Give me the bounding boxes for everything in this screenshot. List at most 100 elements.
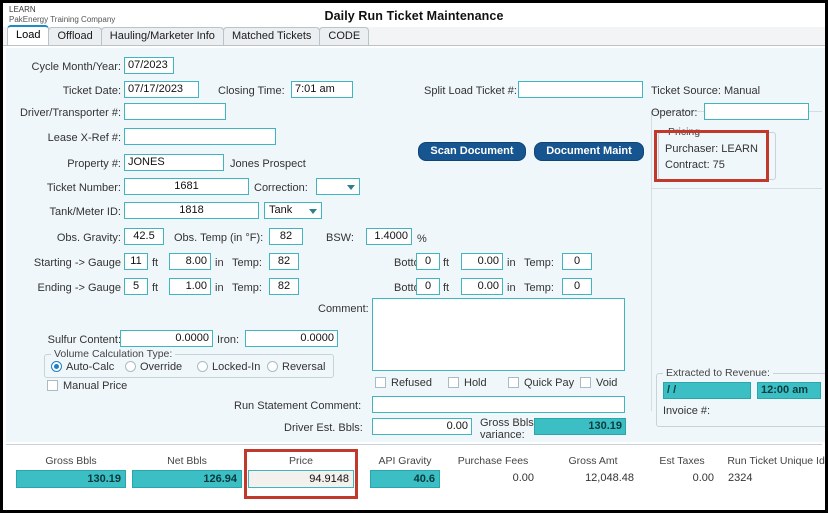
load-tab-panel: Cycle Month/Year: 07/2023 Ticket Date: 0… bbox=[6, 48, 825, 442]
driver-transporter-input[interactable] bbox=[124, 103, 226, 120]
summary-cell-api-gravity: API Gravity 40.6 bbox=[370, 455, 440, 488]
property-input[interactable]: JONES bbox=[124, 154, 224, 171]
property-name-text: Jones Prospect bbox=[230, 158, 306, 170]
split-load-ticket-input[interactable] bbox=[518, 81, 643, 98]
iron-input[interactable]: 0.0000 bbox=[245, 330, 338, 347]
tab-hauling-marketer-info[interactable]: Hauling/Marketer Info bbox=[100, 27, 224, 45]
bsw-input[interactable]: 1.4000 bbox=[366, 228, 412, 245]
ending-temp-input[interactable]: 82 bbox=[269, 278, 299, 295]
right-panel-divider-left bbox=[651, 111, 652, 411]
radio-reversal[interactable] bbox=[267, 361, 278, 372]
tank-meter-label: Tank/Meter ID: bbox=[49, 206, 121, 218]
obs-temp-input[interactable]: 82 bbox=[269, 228, 303, 245]
ticket-date-input[interactable]: 07/17/2023 bbox=[124, 81, 199, 98]
summary-value-gross-amt: 12,048.48 bbox=[585, 472, 634, 484]
tab-code[interactable]: CODE bbox=[319, 27, 370, 45]
ending-bottom-temp-input[interactable]: 0 bbox=[562, 278, 592, 295]
ending-gauge-in-input[interactable]: 1.00 bbox=[169, 278, 211, 295]
comment-textarea[interactable] bbox=[372, 298, 625, 371]
run-statement-comment-input[interactable] bbox=[372, 396, 625, 413]
tank-type-value: Tank bbox=[269, 204, 293, 216]
radio-auto-calc-label: Auto-Calc bbox=[66, 361, 115, 373]
tank-type-dropdown[interactable]: Tank bbox=[264, 202, 322, 219]
refused-checkbox[interactable] bbox=[375, 377, 386, 388]
extracted-date-input[interactable]: / / bbox=[663, 382, 751, 399]
ending-bottom-in-input[interactable]: 0.00 bbox=[461, 278, 503, 295]
extracted-time-input[interactable]: 12:00 am bbox=[757, 382, 821, 399]
starting-gauge-label: Starting -> Gauge bbox=[33, 257, 121, 269]
sulfur-content-label: Sulfur Content: bbox=[47, 334, 121, 346]
correction-dropdown[interactable] bbox=[316, 178, 360, 195]
page-title: Daily Run Ticket Maintenance bbox=[324, 9, 504, 23]
right-panel-divider-mid bbox=[651, 188, 822, 189]
radio-auto-calc[interactable] bbox=[51, 361, 62, 372]
ending-gauge-ft-input[interactable]: 5 bbox=[124, 278, 148, 295]
obs-gravity-input[interactable]: 42.5 bbox=[124, 228, 164, 245]
summary-value-est-taxes: 0.00 bbox=[692, 472, 714, 484]
document-maint-button[interactable]: Document Maint bbox=[534, 142, 644, 161]
starting-gauge-ft-input[interactable]: 11 bbox=[124, 253, 148, 270]
ending-bottom-ft-unit: ft bbox=[443, 282, 450, 294]
ending-bottom-in-unit: in bbox=[507, 282, 516, 294]
summary-value-run-ticket-unique-id: 2324 bbox=[728, 472, 753, 484]
starting-gauge-in-input[interactable]: 8.00 bbox=[169, 253, 211, 270]
chevron-down-icon bbox=[309, 209, 317, 214]
pricing-group: Pricing Purchaser: LEARN Contract: 75 bbox=[658, 126, 776, 180]
summary-bar: Gross Bbls 130.19 Net Bbls 126.94 Price … bbox=[6, 444, 825, 507]
operator-label: Operator: bbox=[651, 107, 698, 119]
hold-checkbox[interactable] bbox=[448, 377, 459, 388]
starting-temp-label: Temp: bbox=[232, 257, 262, 269]
ticket-number-label: Ticket Number: bbox=[46, 182, 121, 194]
obs-gravity-label: Obs. Gravity: bbox=[56, 232, 121, 244]
starting-bottom-temp-input[interactable]: 0 bbox=[562, 253, 592, 270]
summary-head-est-taxes: Est Taxes bbox=[659, 455, 705, 467]
summary-head-run-ticket-unique-id: Run Ticket Unique Id# bbox=[727, 455, 828, 467]
quick-pay-checkbox[interactable] bbox=[508, 377, 519, 388]
summary-value-net-bbls: 126.94 bbox=[132, 470, 242, 488]
driver-est-bbls-input[interactable]: 0.00 bbox=[372, 418, 472, 435]
summary-head-gross-bbls: Gross Bbls bbox=[45, 455, 97, 467]
volume-calculation-type-caption: Volume Calculation Type: bbox=[51, 348, 176, 360]
ending-bottom-temp-label: Temp: bbox=[524, 282, 554, 294]
tab-offload[interactable]: Offload bbox=[48, 27, 102, 45]
cycle-month-year-input[interactable]: 07/2023 bbox=[124, 57, 174, 74]
ending-bottom-ft-input[interactable]: 0 bbox=[416, 278, 440, 295]
summary-cell-est-taxes: Est Taxes 0.00 bbox=[646, 455, 718, 488]
starting-bottom-ft-unit: ft bbox=[443, 257, 450, 269]
starting-gauge-in-unit: in bbox=[215, 257, 224, 269]
summary-cell-run-ticket-unique-id: Run Ticket Unique Id# 2324 bbox=[724, 455, 828, 488]
lease-xref-label: Lease X-Ref #: bbox=[47, 132, 121, 144]
manual-price-checkbox[interactable] bbox=[47, 380, 58, 391]
scan-document-button[interactable]: Scan Document bbox=[418, 142, 526, 161]
starting-bottom-temp-label: Temp: bbox=[524, 257, 554, 269]
tab-matched-tickets[interactable]: Matched Tickets bbox=[222, 27, 321, 45]
sulfur-content-input[interactable]: 0.0000 bbox=[120, 330, 213, 347]
ticket-date-label: Ticket Date: bbox=[62, 85, 121, 97]
correction-label: Correction: bbox=[254, 182, 308, 194]
radio-locked-in[interactable] bbox=[197, 361, 208, 372]
radio-override[interactable] bbox=[125, 361, 136, 372]
volume-calculation-type-group: Volume Calculation Type: Auto-Calc Overr… bbox=[44, 348, 334, 378]
pricing-contract: Contract: 75 bbox=[665, 159, 725, 171]
bsw-unit-label: % bbox=[417, 233, 427, 245]
summary-cell-gross-amt: Gross Amt 12,048.48 bbox=[548, 455, 638, 488]
starting-bottom-in-unit: in bbox=[507, 257, 516, 269]
starting-bottom-in-input[interactable]: 0.00 bbox=[461, 253, 503, 270]
lease-xref-input[interactable] bbox=[124, 128, 276, 145]
driver-transporter-label: Driver/Transporter #: bbox=[19, 107, 121, 119]
gross-bbls-variance-label-line1: Gross Bbls bbox=[480, 417, 534, 429]
tank-meter-input[interactable]: 1818 bbox=[124, 202, 259, 219]
refused-label: Refused bbox=[391, 377, 432, 389]
summary-cell-price: Price 94.9148 bbox=[248, 455, 354, 488]
tab-load[interactable]: Load bbox=[7, 25, 50, 45]
operator-input[interactable] bbox=[704, 103, 809, 120]
summary-value-price[interactable]: 94.9148 bbox=[248, 470, 354, 488]
closing-time-input[interactable]: 7:01 am bbox=[291, 81, 353, 98]
split-load-ticket-label: Split Load Ticket #: bbox=[424, 85, 517, 97]
void-checkbox[interactable] bbox=[580, 377, 591, 388]
ticket-number-input[interactable]: 1681 bbox=[124, 178, 249, 195]
property-label: Property #: bbox=[67, 158, 121, 170]
starting-bottom-ft-input[interactable]: 0 bbox=[416, 253, 440, 270]
summary-cell-net-bbls: Net Bbls 126.94 bbox=[132, 455, 242, 488]
starting-temp-input[interactable]: 82 bbox=[269, 253, 299, 270]
